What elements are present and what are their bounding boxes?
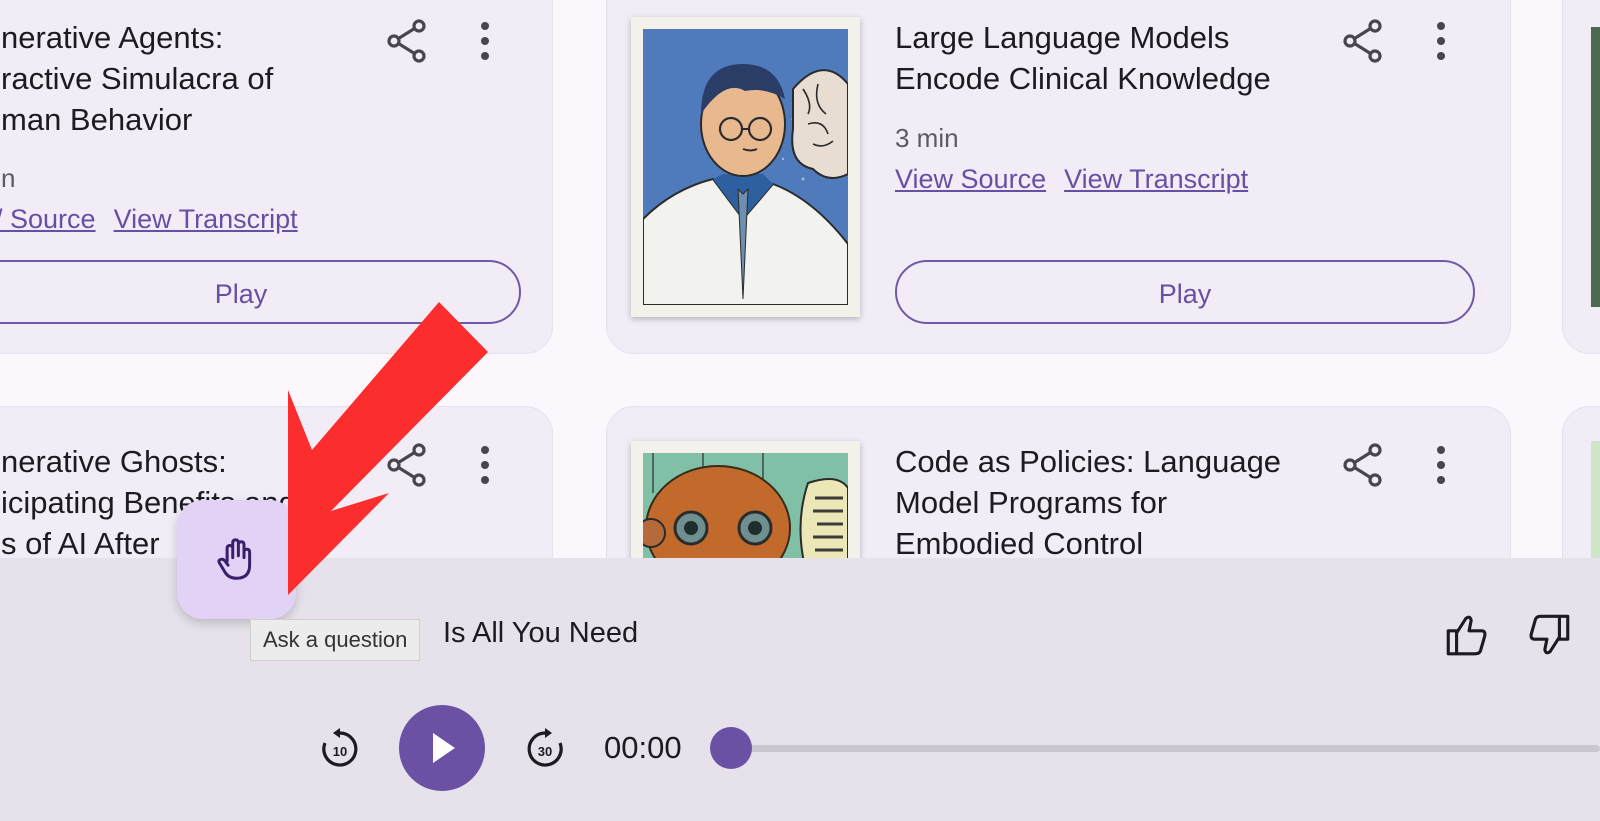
podcast-card (1562, 0, 1600, 354)
forward-30-icon[interactable]: 30 (521, 725, 569, 773)
thumbs-up-icon[interactable] (1442, 610, 1492, 660)
progress-track[interactable] (732, 745, 1600, 752)
podcast-card: Large Language Models Encode Clinical Kn… (606, 0, 1511, 354)
share-icon[interactable] (383, 17, 431, 65)
more-vert-icon[interactable] (1417, 17, 1465, 65)
share-icon[interactable] (1339, 17, 1387, 65)
share-icon[interactable] (383, 441, 431, 489)
thumbs-down-icon[interactable] (1524, 610, 1574, 660)
view-source-link[interactable]: / Source (0, 204, 96, 234)
view-transcript-link[interactable]: View Transcript (114, 204, 298, 234)
card-duration: 3 min (895, 123, 959, 153)
podcast-thumbnail (631, 17, 860, 317)
podcast-thumbnail (1591, 27, 1600, 307)
card-title: nerative Agents: ractive Simulacra of ma… (1, 20, 274, 137)
view-source-link[interactable]: View Source (895, 164, 1046, 194)
play-icon (433, 733, 455, 763)
play-button[interactable]: Play (0, 260, 521, 324)
podcast-card: nerative Agents: ractive Simulacra of ma… (0, 0, 553, 354)
more-vert-icon[interactable] (1417, 441, 1465, 489)
card-links: View Source View Transcript (895, 164, 1266, 195)
now-playing-title: Is All You Need (443, 617, 639, 649)
more-vert-icon[interactable] (461, 17, 509, 65)
ask-question-tooltip: Ask a question (250, 619, 421, 661)
card-duration: n (1, 163, 16, 193)
card-links: / Source View Transcript (0, 204, 316, 235)
progress-thumb[interactable] (710, 727, 752, 769)
raised-hand-icon (217, 538, 252, 580)
share-icon[interactable] (1339, 441, 1387, 489)
play-button[interactable]: Play (895, 260, 1475, 324)
svg-text:10: 10 (333, 744, 347, 759)
rewind-10-icon[interactable]: 10 (316, 725, 364, 773)
ask-question-button[interactable] (177, 500, 296, 619)
view-transcript-link[interactable]: View Transcript (1064, 164, 1248, 194)
card-title: Code as Policies: Language Model Program… (895, 444, 1282, 561)
more-vert-icon[interactable] (461, 441, 509, 489)
card-title: Large Language Models Encode Clinical Kn… (895, 20, 1271, 96)
svg-text:30: 30 (538, 744, 552, 759)
doctor-illustration (643, 29, 848, 305)
playback-time: 00:00 (604, 730, 682, 765)
main-play-button[interactable] (399, 705, 485, 791)
